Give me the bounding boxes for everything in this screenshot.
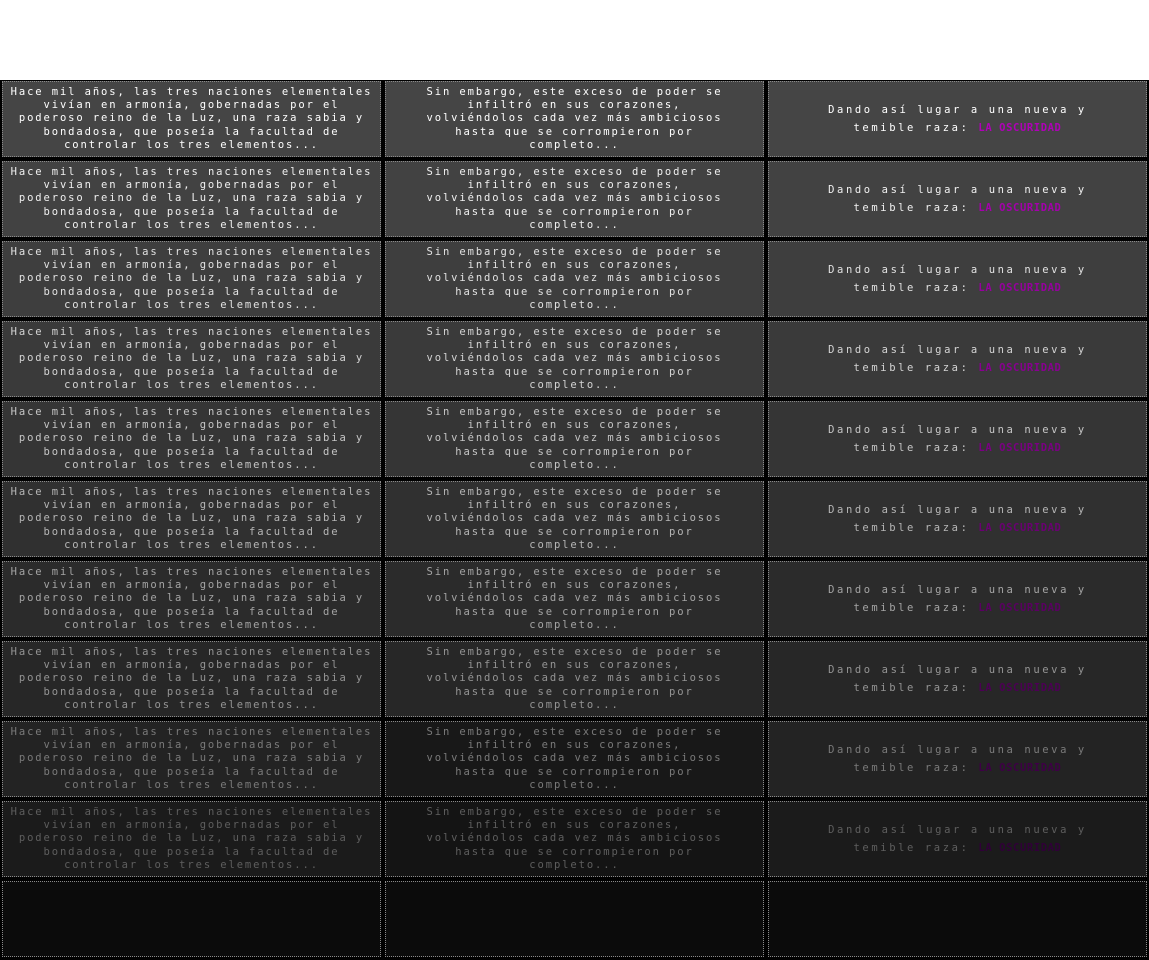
frame-row: Hace mil años, las tres naciones element… [0,560,1149,640]
panel-story-corruption: Sin embargo, este exceso de poder se inf… [385,161,764,237]
panel-story-darkness: Dando así lugar a una nueva y temible ra… [768,801,1147,877]
frame-row [0,880,1149,960]
panel-story-corruption: Sin embargo, este exceso de poder se inf… [385,241,764,317]
panel-story-darkness: Dando así lugar a una nueva y temible ra… [768,321,1147,397]
panel-story-darkness: Dando así lugar a una nueva y temible ra… [768,401,1147,477]
panel-story-origin: Hace mil años, las tres naciones element… [2,561,381,637]
frame-row: Hace mil años, las tres naciones element… [0,480,1149,560]
panel-story-origin: Hace mil años, las tres naciones element… [2,321,381,397]
story-text-corruption: Sin embargo, este exceso de poder se inf… [426,165,723,231]
story-text-origin: Hace mil años, las tres naciones element… [10,405,373,471]
frame-row: Hace mil años, las tres naciones element… [0,720,1149,800]
panel-story-darkness: Dando así lugar a una nueva y temible ra… [768,481,1147,557]
panel-story-corruption: Sin embargo, este exceso de poder se inf… [385,481,764,557]
story-text-corruption: Sin embargo, este exceso de poder se inf… [426,645,723,711]
darkness-highlight-text: LA OSCURIDAD [978,122,1062,134]
panel-story-corruption: Sin embargo, este exceso de poder se inf… [385,801,764,877]
panel-story-darkness: Dando así lugar a una nueva y temible ra… [768,561,1147,637]
story-text-origin: Hace mil años, las tres naciones element… [10,85,373,151]
story-text-darkness: Dando así lugar a una nueva y temible ra… [808,581,1108,617]
panel-story-corruption: Sin embargo, este exceso de poder se inf… [385,561,764,637]
panel-story-corruption: Sin embargo, este exceso de poder se inf… [385,721,764,797]
darkness-highlight-text: LA OSCURIDAD [978,202,1062,214]
darkness-highlight-text: LA OSCURIDAD [978,522,1062,534]
story-text-origin: Hace mil años, las tres naciones element… [10,725,373,791]
story-text-darkness: Dando así lugar a una nueva y temible ra… [808,501,1108,537]
panel-story-origin: Hace mil años, las tres naciones element… [2,481,381,557]
panel-story-origin: Hace mil años, las tres naciones element… [2,241,381,317]
story-text-origin: Hace mil años, las tres naciones element… [10,565,373,631]
frame-row: Hace mil años, las tres naciones element… [0,80,1149,160]
frame-row: Hace mil años, las tres naciones element… [0,800,1149,880]
story-text-corruption: Sin embargo, este exceso de poder se inf… [426,565,723,631]
story-text-corruption: Sin embargo, este exceso de poder se inf… [426,85,723,151]
story-text-origin: Hace mil años, las tres naciones element… [10,165,373,231]
panel-story-corruption: Sin embargo, este exceso de poder se inf… [385,401,764,477]
darkness-highlight-text: LA OSCURIDAD [978,682,1062,694]
panel-story-origin [2,881,381,957]
panel-story-darkness [768,881,1147,957]
panel-story-origin: Hace mil años, las tres naciones element… [2,641,381,717]
story-text-corruption: Sin embargo, este exceso de poder se inf… [426,245,723,311]
panel-story-corruption: Sin embargo, este exceso de poder se inf… [385,641,764,717]
darkness-highlight-text: LA OSCURIDAD [978,362,1062,374]
story-text-corruption: Sin embargo, este exceso de poder se inf… [426,805,723,871]
panel-story-origin: Hace mil años, las tres naciones element… [2,721,381,797]
story-text-darkness: Dando así lugar a una nueva y temible ra… [808,261,1108,297]
story-text-corruption: Sin embargo, este exceso de poder se inf… [426,725,723,791]
panel-story-corruption: Sin embargo, este exceso de poder se inf… [385,81,764,157]
frame-row: Hace mil años, las tres naciones element… [0,640,1149,720]
frame-row: Hace mil años, las tres naciones element… [0,240,1149,320]
panel-story-darkness: Dando así lugar a una nueva y temible ra… [768,81,1147,157]
story-text-darkness: Dando así lugar a una nueva y temible ra… [808,821,1108,857]
story-text-darkness: Dando así lugar a una nueva y temible ra… [808,101,1108,137]
story-text-origin: Hace mil años, las tres naciones element… [10,805,373,871]
darkness-highlight-text: LA OSCURIDAD [978,842,1062,854]
story-text-darkness: Dando así lugar a una nueva y temible ra… [808,741,1108,777]
frame-row: Hace mil años, las tres naciones element… [0,400,1149,480]
panel-story-origin: Hace mil años, las tres naciones element… [2,161,381,237]
frame-row: Hace mil años, las tres naciones element… [0,160,1149,240]
darkness-highlight-text: LA OSCURIDAD [978,602,1062,614]
panel-story-corruption [385,881,764,957]
story-text-darkness: Dando así lugar a una nueva y temible ra… [808,661,1108,697]
story-text-corruption: Sin embargo, este exceso de poder se inf… [426,485,723,551]
panel-story-darkness: Dando así lugar a una nueva y temible ra… [768,161,1147,237]
story-text-darkness: Dando así lugar a una nueva y temible ra… [808,421,1108,457]
story-text-origin: Hace mil años, las tres naciones element… [10,245,373,311]
story-text-darkness: Dando así lugar a una nueva y temible ra… [808,341,1108,377]
story-text-corruption: Sin embargo, este exceso de poder se inf… [426,405,723,471]
panel-story-origin: Hace mil años, las tres naciones element… [2,401,381,477]
panel-story-corruption: Sin embargo, este exceso de poder se inf… [385,321,764,397]
story-text-darkness: Dando así lugar a una nueva y temible ra… [808,181,1108,217]
darkness-highlight-text: LA OSCURIDAD [978,762,1062,774]
intro-fade-grid: Hace mil años, las tres naciones element… [0,80,1149,960]
frame-row: Hace mil años, las tres naciones element… [0,320,1149,400]
darkness-highlight-text: LA OSCURIDAD [978,282,1062,294]
panel-story-origin: Hace mil años, las tres naciones element… [2,801,381,877]
panel-story-origin: Hace mil años, las tres naciones element… [2,81,381,157]
panel-story-darkness: Dando así lugar a una nueva y temible ra… [768,241,1147,317]
story-text-corruption: Sin embargo, este exceso de poder se inf… [426,325,723,391]
panel-story-darkness: Dando así lugar a una nueva y temible ra… [768,721,1147,797]
story-text-origin: Hace mil años, las tres naciones element… [10,325,373,391]
story-text-origin: Hace mil años, las tres naciones element… [10,645,373,711]
panel-story-darkness: Dando así lugar a una nueva y temible ra… [768,641,1147,717]
darkness-highlight-text: LA OSCURIDAD [978,442,1062,454]
story-text-origin: Hace mil años, las tres naciones element… [10,485,373,551]
